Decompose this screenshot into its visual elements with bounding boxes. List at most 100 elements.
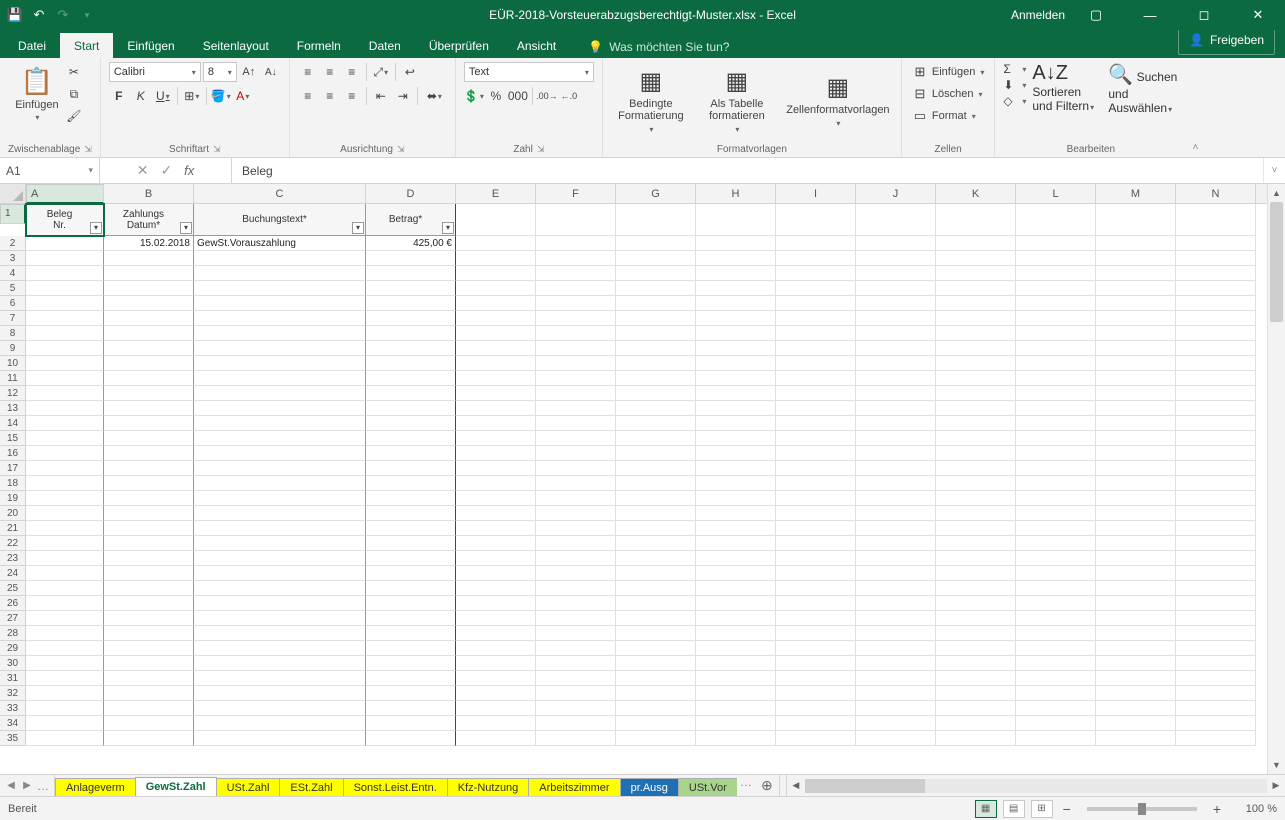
insert-cells-button[interactable]: ⊞Einfügen▾ bbox=[910, 62, 986, 82]
tab-home[interactable]: Start bbox=[60, 33, 113, 58]
tab-view[interactable]: Ansicht bbox=[503, 33, 570, 58]
cell[interactable] bbox=[194, 671, 366, 686]
cell[interactable] bbox=[856, 686, 936, 701]
cell[interactable] bbox=[696, 581, 776, 596]
cell[interactable] bbox=[696, 281, 776, 296]
cell[interactable] bbox=[696, 416, 776, 431]
cell[interactable] bbox=[1176, 236, 1256, 251]
cell[interactable] bbox=[936, 581, 1016, 596]
align-middle-button[interactable]: ≡ bbox=[320, 62, 340, 82]
cell[interactable] bbox=[536, 356, 616, 371]
cell[interactable] bbox=[1096, 431, 1176, 446]
cell[interactable] bbox=[536, 476, 616, 491]
cell[interactable] bbox=[194, 491, 366, 506]
cell[interactable] bbox=[1016, 551, 1096, 566]
cell[interactable] bbox=[194, 626, 366, 641]
cell[interactable] bbox=[104, 401, 194, 416]
cell[interactable] bbox=[26, 341, 104, 356]
row-header[interactable]: 7 bbox=[0, 311, 26, 326]
column-header-G[interactable]: G bbox=[616, 184, 696, 203]
cell[interactable] bbox=[696, 656, 776, 671]
cell[interactable] bbox=[696, 326, 776, 341]
cell[interactable] bbox=[856, 701, 936, 716]
cell[interactable] bbox=[1016, 281, 1096, 296]
cell[interactable] bbox=[1016, 236, 1096, 251]
cell[interactable] bbox=[936, 236, 1016, 251]
sheet-nav-prev-icon[interactable]: ◀ bbox=[4, 780, 18, 791]
cell[interactable] bbox=[366, 656, 456, 671]
cell[interactable] bbox=[536, 311, 616, 326]
cell[interactable] bbox=[936, 641, 1016, 656]
cell[interactable] bbox=[936, 491, 1016, 506]
cell[interactable] bbox=[776, 296, 856, 311]
cell[interactable] bbox=[26, 476, 104, 491]
cell[interactable] bbox=[1096, 386, 1176, 401]
cell[interactable] bbox=[856, 386, 936, 401]
cell[interactable] bbox=[104, 431, 194, 446]
cell[interactable] bbox=[194, 446, 366, 461]
cell[interactable] bbox=[1096, 356, 1176, 371]
font-name-select[interactable]: Calibri▾ bbox=[109, 62, 201, 82]
cell[interactable] bbox=[536, 446, 616, 461]
cell[interactable] bbox=[26, 281, 104, 296]
row-header[interactable]: 10 bbox=[0, 356, 26, 371]
cell[interactable] bbox=[1176, 671, 1256, 686]
cell[interactable] bbox=[936, 716, 1016, 731]
cell[interactable] bbox=[1096, 461, 1176, 476]
cell[interactable] bbox=[366, 311, 456, 326]
cell[interactable] bbox=[1096, 476, 1176, 491]
cell[interactable] bbox=[536, 671, 616, 686]
cell[interactable] bbox=[1016, 446, 1096, 461]
cell[interactable] bbox=[26, 491, 104, 506]
cell[interactable] bbox=[1096, 536, 1176, 551]
cell[interactable] bbox=[1016, 491, 1096, 506]
cell[interactable] bbox=[696, 686, 776, 701]
cell[interactable] bbox=[1176, 311, 1256, 326]
wrap-text-button[interactable]: ↩ bbox=[400, 62, 420, 82]
vertical-scrollbar[interactable]: ▲ ▼ bbox=[1267, 184, 1285, 774]
row-header[interactable]: 9 bbox=[0, 341, 26, 356]
cell[interactable] bbox=[536, 461, 616, 476]
cell[interactable] bbox=[1176, 581, 1256, 596]
cell[interactable] bbox=[776, 281, 856, 296]
cell[interactable] bbox=[456, 204, 536, 236]
cell[interactable] bbox=[1176, 596, 1256, 611]
row-header[interactable]: 8 bbox=[0, 326, 26, 341]
cell[interactable] bbox=[856, 281, 936, 296]
cell[interactable] bbox=[1016, 311, 1096, 326]
enter-formula-icon[interactable]: ✓ bbox=[160, 162, 172, 179]
cell[interactable] bbox=[1176, 551, 1256, 566]
cell[interactable] bbox=[26, 566, 104, 581]
sheet-nav-next-icon[interactable]: ▶ bbox=[20, 780, 34, 791]
column-header-H[interactable]: H bbox=[696, 184, 776, 203]
cell[interactable] bbox=[366, 491, 456, 506]
cell[interactable] bbox=[936, 656, 1016, 671]
cell[interactable] bbox=[1096, 491, 1176, 506]
cell[interactable] bbox=[936, 536, 1016, 551]
cell[interactable] bbox=[456, 491, 536, 506]
column-header-J[interactable]: J bbox=[856, 184, 936, 203]
column-header-C[interactable]: C bbox=[194, 184, 366, 203]
cell[interactable] bbox=[616, 626, 696, 641]
cell[interactable] bbox=[194, 701, 366, 716]
cell[interactable] bbox=[1096, 671, 1176, 686]
cell[interactable] bbox=[194, 386, 366, 401]
cell[interactable] bbox=[26, 731, 104, 746]
cell[interactable] bbox=[1096, 731, 1176, 746]
row-header[interactable]: 2 bbox=[0, 236, 26, 251]
cell[interactable] bbox=[1096, 506, 1176, 521]
cell[interactable] bbox=[104, 716, 194, 731]
signin-link[interactable]: Anmelden bbox=[1011, 8, 1065, 22]
new-sheet-button[interactable]: ⊕ bbox=[755, 775, 779, 796]
cell[interactable] bbox=[456, 731, 536, 746]
cell[interactable] bbox=[536, 491, 616, 506]
cell[interactable] bbox=[536, 536, 616, 551]
cell[interactable] bbox=[456, 686, 536, 701]
cell[interactable] bbox=[26, 326, 104, 341]
cell[interactable] bbox=[616, 551, 696, 566]
qat-customize-icon[interactable]: ▾ bbox=[76, 4, 98, 26]
cell[interactable] bbox=[856, 204, 936, 236]
cell[interactable] bbox=[366, 536, 456, 551]
cell[interactable] bbox=[366, 356, 456, 371]
cell[interactable] bbox=[1176, 446, 1256, 461]
